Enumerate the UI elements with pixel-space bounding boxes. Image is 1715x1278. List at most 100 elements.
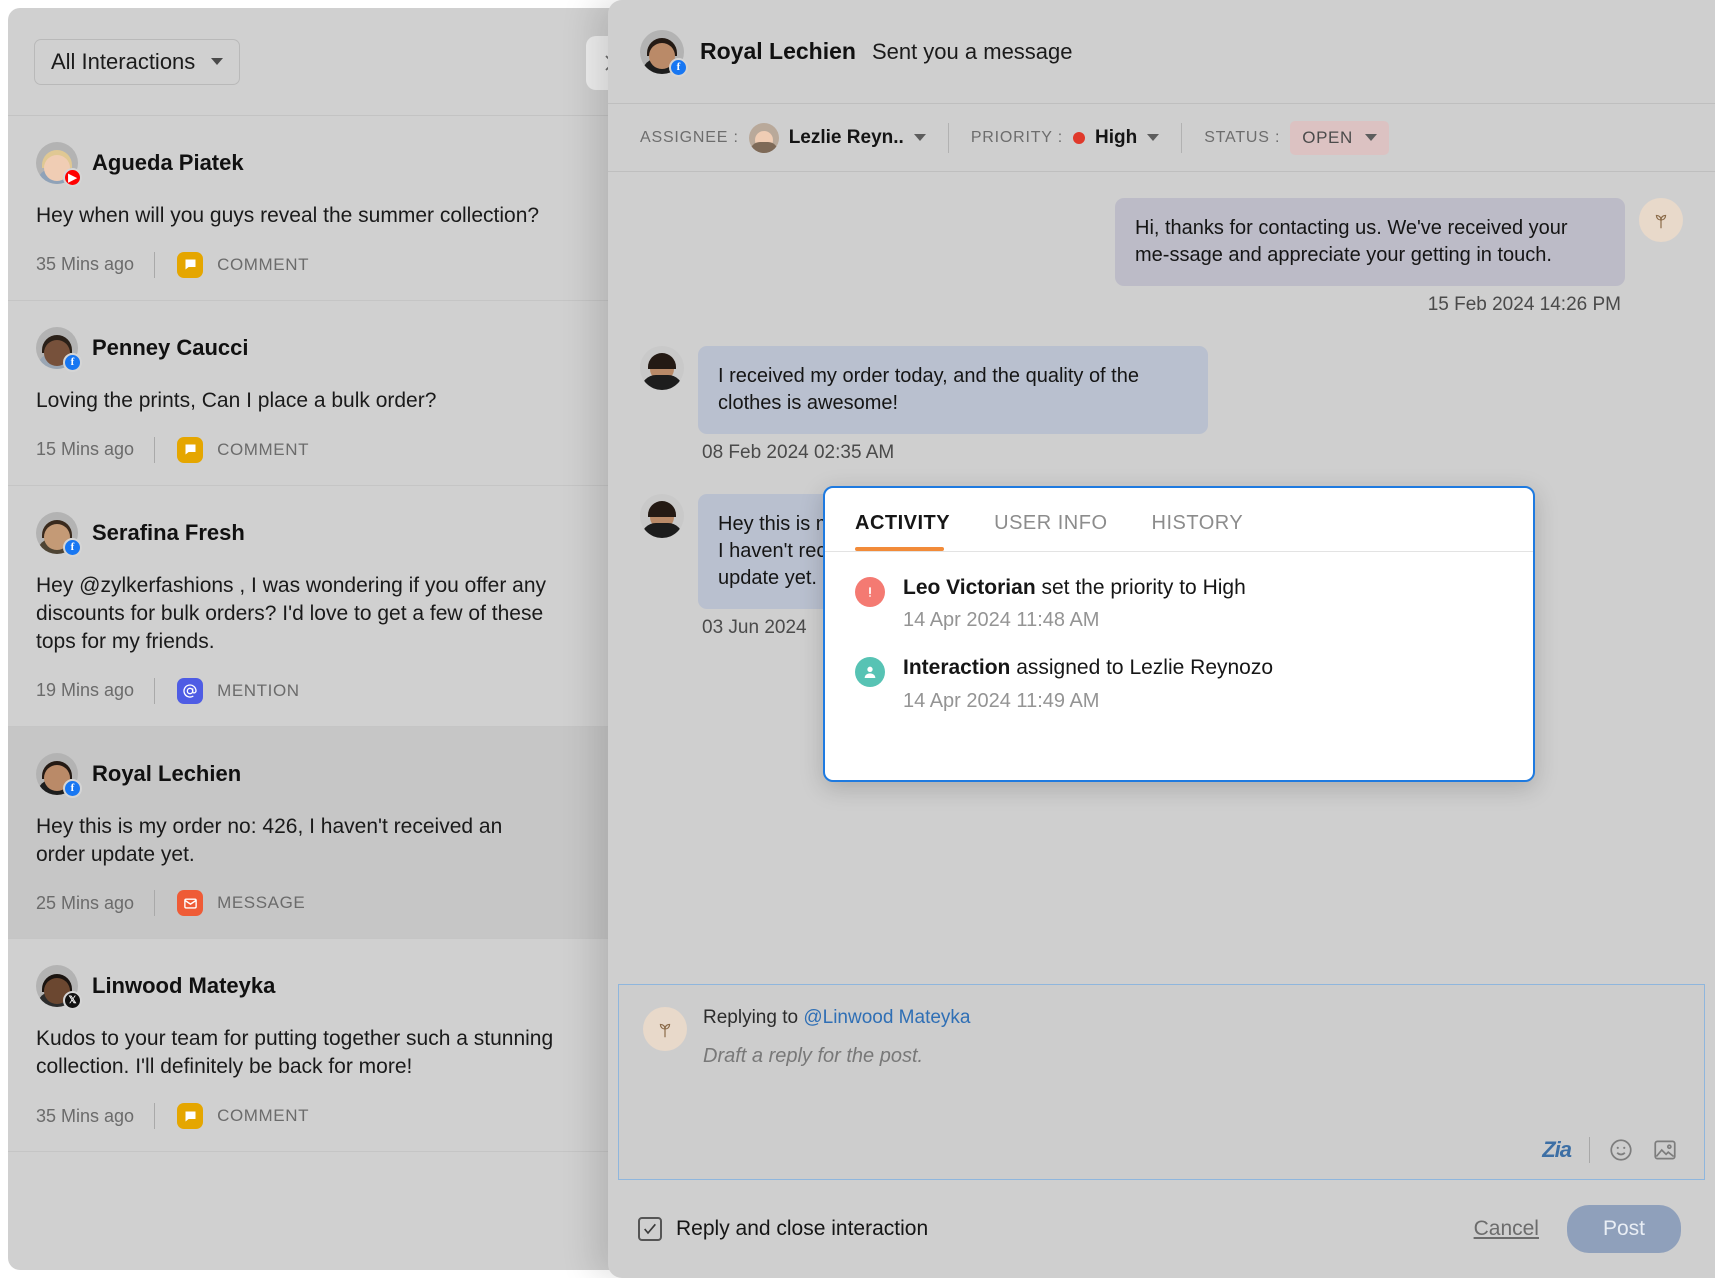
list-item-header: f Royal Lechien bbox=[36, 752, 640, 798]
facebook-badge-icon: f bbox=[63, 537, 82, 557]
list-item-meta: 19 Mins ago MENTION bbox=[36, 677, 640, 704]
list-item-tag: COMMENT bbox=[217, 254, 310, 274]
mention-icon bbox=[177, 677, 204, 704]
activity-entry: Interaction assigned to Lezlie Reynozo 1… bbox=[855, 654, 1503, 712]
list-item[interactable]: f Royal Lechien Hey this is my order no:… bbox=[8, 726, 668, 940]
composer-top: Replying to @Linwood Mateyka Draft a rep… bbox=[643, 1007, 1680, 1068]
post-button[interactable]: Post bbox=[1566, 1205, 1681, 1253]
replying-to-handle[interactable]: @Linwood Mateyka bbox=[803, 1007, 970, 1028]
composer-footer: Reply and close interaction Cancel Post bbox=[608, 1180, 1715, 1278]
list-item-tag: MESSAGE bbox=[217, 893, 306, 913]
message-timestamp: 08 Feb 2024 02:35 AM bbox=[702, 442, 895, 463]
chevron-down-icon[interactable] bbox=[913, 134, 926, 141]
message-row-incoming: I received my order today, and the quali… bbox=[640, 346, 1683, 434]
divider bbox=[154, 436, 156, 463]
list-item-header: f Penney Caucci bbox=[36, 326, 640, 372]
list-item-meta: 15 Mins ago COMMENT bbox=[36, 436, 640, 463]
divider bbox=[1181, 122, 1183, 153]
footer-actions: Cancel Post bbox=[1474, 1205, 1681, 1253]
brand-avatar bbox=[643, 1007, 687, 1051]
list-item[interactable]: f Penney Caucci Loving the prints, Can I… bbox=[8, 301, 668, 486]
status-badge[interactable]: OPEN bbox=[1290, 120, 1389, 155]
list-item-text: Loving the prints, Can I place a bulk or… bbox=[36, 388, 437, 412]
list-item-meta: 25 Mins ago MESSAGE bbox=[36, 890, 640, 917]
filter-dropdown[interactable]: All Interactions bbox=[34, 38, 241, 85]
activity-popup: ACTIVITY USER INFO HISTORY Leo Victorian… bbox=[823, 486, 1535, 782]
detail-header: f Royal Lechien Sent you a message bbox=[608, 0, 1715, 104]
list-item-header: 𝕏 Linwood Mateyka bbox=[36, 965, 640, 1011]
avatar bbox=[640, 494, 684, 538]
list-item-meta: 35 Mins ago COMMENT bbox=[36, 1103, 640, 1130]
list-item[interactable]: ▶ Agueda Piatek Hey when will you guys r… bbox=[8, 116, 668, 301]
list-toolbar: All Interactions bbox=[8, 8, 668, 116]
comment-icon bbox=[177, 251, 204, 278]
app-root: All Interactions ▶ Agueda Piatek Hey whe… bbox=[0, 0, 1715, 1278]
list-item-time: 15 Mins ago bbox=[36, 439, 135, 460]
divider bbox=[154, 677, 156, 704]
checkbox-icon bbox=[638, 1217, 662, 1241]
facebook-badge-icon: f bbox=[669, 57, 688, 77]
list-item-text: Hey @zylkerfashions , I was wondering if… bbox=[36, 573, 546, 653]
list-item-tag: COMMENT bbox=[217, 1106, 310, 1126]
list-item-name: Agueda Piatek bbox=[92, 150, 244, 175]
alert-icon bbox=[855, 577, 885, 607]
activity-entry-actor: Leo Victorian bbox=[903, 576, 1036, 599]
list-item-time: 35 Mins ago bbox=[36, 254, 135, 275]
message-timestamp: 15 Feb 2024 14:26 PM bbox=[1427, 294, 1621, 315]
activity-list: Leo Victorian set the priority to High 1… bbox=[825, 552, 1533, 713]
message-icon bbox=[177, 890, 204, 917]
message-row-outgoing: Hi, thanks for contacting us. We've rece… bbox=[640, 198, 1683, 286]
assignee-value: Lezlie Reyn.. bbox=[788, 126, 904, 148]
brand-avatar bbox=[1639, 198, 1683, 242]
list-item[interactable]: 𝕏 Linwood Mateyka Kudos to your team for… bbox=[8, 939, 668, 1153]
reply-composer-wrap: Replying to @Linwood Mateyka Draft a rep… bbox=[608, 984, 1715, 1278]
activity-popup-tabs: ACTIVITY USER INFO HISTORY bbox=[825, 488, 1533, 552]
tab-user-info[interactable]: USER INFO bbox=[994, 512, 1107, 551]
user-icon bbox=[855, 657, 885, 688]
cancel-button[interactable]: Cancel bbox=[1474, 1217, 1539, 1241]
divider bbox=[154, 1103, 156, 1130]
avatar: 𝕏 bbox=[36, 965, 82, 1011]
reply-and-close-checkbox[interactable]: Reply and close interaction bbox=[638, 1217, 928, 1241]
detail-properties-bar: ASSIGNEE : Lezlie Reyn.. PRIORITY : High… bbox=[608, 104, 1715, 172]
activity-entry-action: set the priority to High bbox=[1041, 576, 1246, 599]
activity-entry-timestamp: 14 Apr 2024 11:48 AM bbox=[903, 609, 1100, 632]
image-icon[interactable] bbox=[1652, 1137, 1678, 1163]
reply-and-close-label: Reply and close interaction bbox=[676, 1217, 929, 1240]
list-item-time: 35 Mins ago bbox=[36, 1105, 135, 1126]
zia-icon[interactable]: Zia bbox=[1542, 1137, 1572, 1163]
activity-entry-title: Interaction assigned to Lezlie Reynozo bbox=[903, 654, 1273, 681]
activity-entry-timestamp: 14 Apr 2024 11:49 AM bbox=[903, 689, 1100, 712]
list-item-header: ▶ Agueda Piatek bbox=[36, 142, 640, 187]
tab-activity[interactable]: ACTIVITY bbox=[855, 512, 950, 551]
reply-textarea-placeholder[interactable]: Draft a reply for the post. bbox=[703, 1045, 971, 1068]
facebook-badge-icon: f bbox=[63, 352, 82, 372]
x-badge-icon: 𝕏 bbox=[63, 991, 82, 1011]
activity-entry: Leo Victorian set the priority to High 1… bbox=[855, 574, 1503, 632]
divider bbox=[154, 251, 156, 278]
chevron-down-icon[interactable] bbox=[1147, 134, 1160, 141]
list-item-header: f Serafina Fresh bbox=[36, 511, 640, 557]
interactions-list[interactable]: ▶ Agueda Piatek Hey when will you guys r… bbox=[8, 116, 668, 1270]
list-item[interactable]: f Serafina Fresh Hey @zylkerfashions , I… bbox=[8, 486, 668, 727]
priority-field[interactable]: PRIORITY : High bbox=[971, 127, 1160, 149]
reply-composer[interactable]: Replying to @Linwood Mateyka Draft a rep… bbox=[618, 984, 1705, 1180]
status-badge-label: OPEN bbox=[1302, 127, 1353, 147]
list-item-tag: MENTION bbox=[217, 680, 300, 700]
comment-icon bbox=[177, 1103, 204, 1130]
assignee-field[interactable]: ASSIGNEE : Lezlie Reyn.. bbox=[640, 122, 926, 153]
list-item-name: Serafina Fresh bbox=[92, 519, 245, 545]
activity-entry-actor: Interaction bbox=[903, 656, 1011, 680]
replying-to-prefix: Replying to bbox=[703, 1007, 799, 1028]
chevron-down-icon bbox=[1364, 134, 1377, 141]
activity-entry-title: Leo Victorian set the priority to High bbox=[903, 574, 1246, 601]
list-item-text: Kudos to your team for putting together … bbox=[36, 1027, 554, 1079]
leaf-logo-icon bbox=[1655, 214, 1667, 229]
emoji-icon[interactable] bbox=[1608, 1137, 1634, 1163]
tab-history[interactable]: HISTORY bbox=[1152, 512, 1244, 551]
chevron-down-icon bbox=[211, 58, 224, 65]
facebook-badge-icon: f bbox=[63, 778, 82, 798]
list-item-text: Hey when will you guys reveal the summer… bbox=[36, 204, 540, 227]
status-field[interactable]: STATUS : OPEN bbox=[1204, 120, 1389, 155]
composer-toolbar: Zia bbox=[1542, 1137, 1678, 1163]
